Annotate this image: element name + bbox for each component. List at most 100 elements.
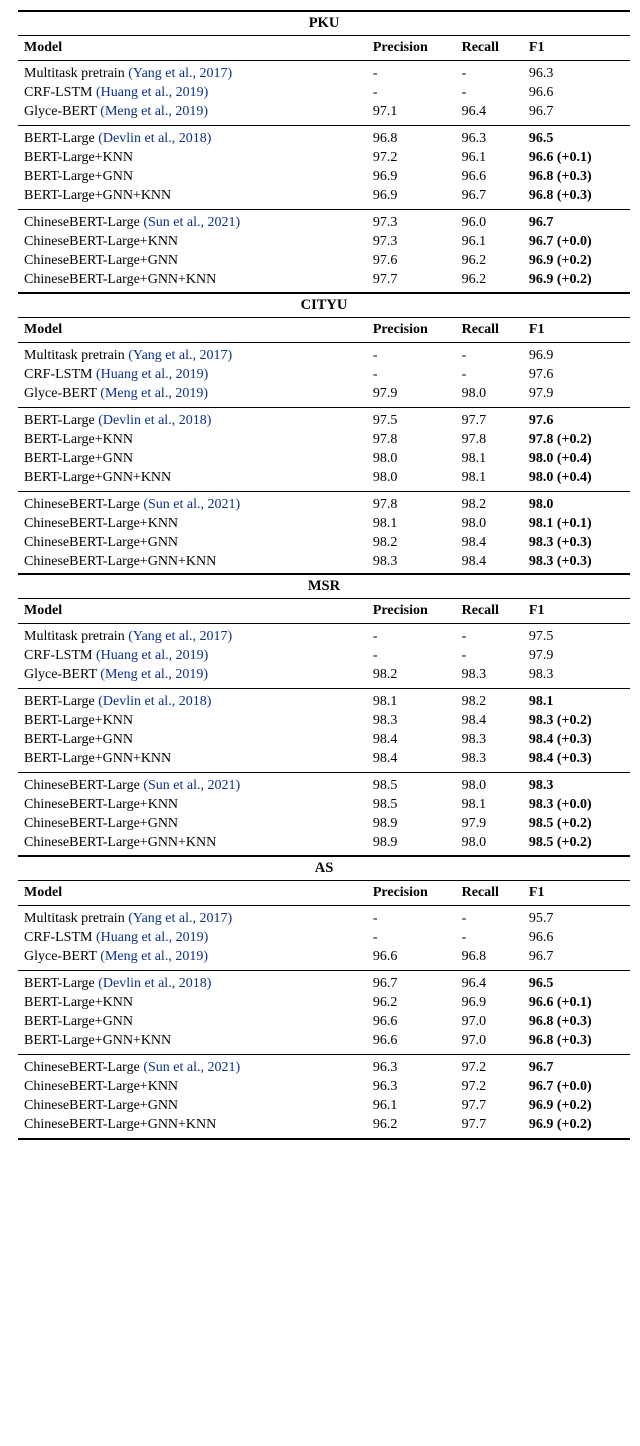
f1-cell: 96.6 (+0.1) <box>523 993 630 1012</box>
precision-cell: 97.8 <box>367 430 456 449</box>
table-row: CRF-LSTM (Huang et al., 2019)--96.6 <box>18 928 630 947</box>
model-cell: CRF-LSTM (Huang et al., 2019) <box>18 365 367 384</box>
model-name: ChineseBERT-Large+GNN+KNN <box>24 835 216 850</box>
precision-cell: 97.3 <box>367 210 456 233</box>
f1-cell: 96.9 (+0.2) <box>523 252 630 271</box>
precision-cell: 96.7 <box>367 970 456 993</box>
precision-cell: 97.8 <box>367 491 456 514</box>
citation[interactable]: (Huang et al., 2019) <box>96 367 208 382</box>
f1-cell: 98.3 (+0.3) <box>523 533 630 552</box>
citation[interactable]: (Sun et al., 2021) <box>143 497 240 512</box>
recall-cell: 97.9 <box>456 815 523 834</box>
citation[interactable]: (Meng et al., 2019) <box>100 386 208 401</box>
recall-cell: 98.4 <box>456 552 523 571</box>
model-cell: ChineseBERT-Large (Sun et al., 2021) <box>18 1054 367 1077</box>
model-cell: ChineseBERT-Large (Sun et al., 2021) <box>18 773 367 796</box>
model-cell: CRF-LSTM (Huang et al., 2019) <box>18 84 367 103</box>
recall-cell: 98.3 <box>456 666 523 689</box>
f1-cell: 96.3 <box>523 61 630 84</box>
citation[interactable]: (Meng et al., 2019) <box>100 104 208 119</box>
citation[interactable]: (Sun et al., 2021) <box>143 1060 240 1075</box>
precision-cell: 98.3 <box>367 552 456 571</box>
citation[interactable]: (Devlin et al., 2018) <box>98 694 211 709</box>
model-name: BERT-Large+GNN+KNN <box>24 470 171 485</box>
f1-cell: 96.8 (+0.3) <box>523 168 630 187</box>
model-cell: ChineseBERT-Large (Sun et al., 2021) <box>18 210 367 233</box>
table-row: ChineseBERT-Large (Sun et al., 2021)97.3… <box>18 210 630 233</box>
citation[interactable]: (Yang et al., 2017) <box>128 911 232 926</box>
model-cell: ChineseBERT-Large+GNN+KNN <box>18 1115 367 1139</box>
recall-cell: 96.4 <box>456 970 523 993</box>
citation[interactable]: (Yang et al., 2017) <box>128 66 232 81</box>
table-row: ChineseBERT-Large+GNN97.696.296.9 (+0.2) <box>18 252 630 271</box>
results-table: CITYUModelPrecisionRecallF1Multitask pre… <box>18 292 630 572</box>
table-row: BERT-Large+KNN96.296.996.6 (+0.1) <box>18 993 630 1012</box>
model-name: ChineseBERT-Large+GNN <box>24 816 178 831</box>
f1-cell: 96.7 <box>523 1054 630 1077</box>
precision-cell: 98.1 <box>367 689 456 712</box>
table-row: BERT-Large+KNN98.398.498.3 (+0.2) <box>18 712 630 731</box>
model-cell: Multitask pretrain (Yang et al., 2017) <box>18 342 367 365</box>
recall-cell: 96.9 <box>456 993 523 1012</box>
recall-cell: 98.2 <box>456 689 523 712</box>
citation[interactable]: (Huang et al., 2019) <box>96 648 208 663</box>
citation[interactable]: (Meng et al., 2019) <box>100 949 208 964</box>
f1-cell: 96.7 <box>523 947 630 970</box>
table-row: BERT-Large+GNN+KNN98.098.198.0 (+0.4) <box>18 468 630 491</box>
citation[interactable]: (Meng et al., 2019) <box>100 667 208 682</box>
table-row: ChineseBERT-Large (Sun et al., 2021)97.8… <box>18 491 630 514</box>
table-row: Multitask pretrain (Yang et al., 2017)--… <box>18 342 630 365</box>
recall-cell: 98.4 <box>456 533 523 552</box>
f1-cell: 96.9 (+0.2) <box>523 1096 630 1115</box>
model-cell: BERT-Large+GNN+KNN <box>18 468 367 491</box>
column-header-recall: Recall <box>456 599 523 624</box>
model-name: BERT-Large+GNN <box>24 732 133 747</box>
model-cell: Glyce-BERT (Meng et al., 2019) <box>18 666 367 689</box>
citation[interactable]: (Yang et al., 2017) <box>128 629 232 644</box>
recall-cell: 96.6 <box>456 168 523 187</box>
citation[interactable]: (Sun et al., 2021) <box>143 778 240 793</box>
recall-cell: 97.0 <box>456 1031 523 1054</box>
column-header-model: Model <box>18 599 367 624</box>
recall-cell: 96.1 <box>456 149 523 168</box>
model-name: ChineseBERT-Large+GNN <box>24 253 178 268</box>
table-row: BERT-Large (Devlin et al., 2018)97.597.7… <box>18 407 630 430</box>
citation[interactable]: (Huang et al., 2019) <box>96 930 208 945</box>
citation[interactable]: (Devlin et al., 2018) <box>98 976 211 991</box>
f1-cell: 96.9 <box>523 342 630 365</box>
f1-cell: 96.7 (+0.0) <box>523 233 630 252</box>
model-cell: Glyce-BERT (Meng et al., 2019) <box>18 947 367 970</box>
recall-cell: - <box>456 342 523 365</box>
f1-cell: 98.3 (+0.0) <box>523 796 630 815</box>
citation[interactable]: (Devlin et al., 2018) <box>98 131 211 146</box>
column-header-recall: Recall <box>456 36 523 61</box>
model-name: Glyce-BERT <box>24 104 97 119</box>
precision-cell: 98.0 <box>367 468 456 491</box>
model-name: ChineseBERT-Large+KNN <box>24 234 178 249</box>
table-row: BERT-Large+GNN98.098.198.0 (+0.4) <box>18 449 630 468</box>
model-name: ChineseBERT-Large+KNN <box>24 1079 178 1094</box>
table-row: Multitask pretrain (Yang et al., 2017)--… <box>18 624 630 647</box>
model-cell: BERT-Large (Devlin et al., 2018) <box>18 407 367 430</box>
recall-cell: 96.1 <box>456 233 523 252</box>
model-name: Glyce-BERT <box>24 386 97 401</box>
model-name: Multitask pretrain <box>24 66 125 81</box>
f1-cell: 97.6 <box>523 407 630 430</box>
citation[interactable]: (Sun et al., 2021) <box>143 215 240 230</box>
f1-cell: 96.7 (+0.0) <box>523 1077 630 1096</box>
f1-cell: 98.3 <box>523 666 630 689</box>
precision-cell: 97.7 <box>367 271 456 290</box>
model-name: CRF-LSTM <box>24 930 92 945</box>
model-name: ChineseBERT-Large+GNN+KNN <box>24 1117 216 1132</box>
model-cell: ChineseBERT-Large+GNN <box>18 815 367 834</box>
model-name: ChineseBERT-Large <box>24 778 140 793</box>
precision-cell: 97.6 <box>367 252 456 271</box>
table-row: BERT-Large (Devlin et al., 2018)98.198.2… <box>18 689 630 712</box>
model-cell: ChineseBERT-Large+GNN+KNN <box>18 834 367 853</box>
model-name: BERT-Large+GNN+KNN <box>24 188 171 203</box>
recall-cell: 98.4 <box>456 712 523 731</box>
f1-cell: 96.5 <box>523 126 630 149</box>
citation[interactable]: (Yang et al., 2017) <box>128 348 232 363</box>
citation[interactable]: (Huang et al., 2019) <box>96 85 208 100</box>
citation[interactable]: (Devlin et al., 2018) <box>98 413 211 428</box>
